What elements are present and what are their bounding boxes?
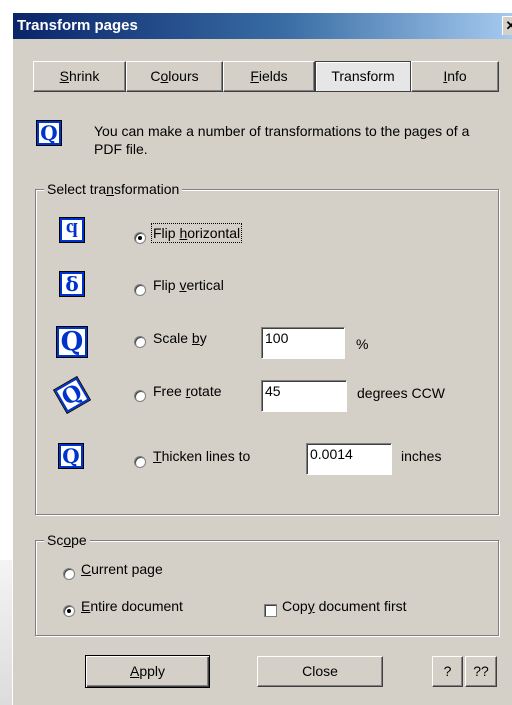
tab-fields[interactable]: Fields bbox=[223, 61, 315, 92]
rotate-icon: Q bbox=[52, 375, 92, 415]
flip-vertical-radio[interactable] bbox=[134, 284, 146, 296]
tab-transform-label: Transform bbox=[331, 68, 395, 84]
flip-horizontal-label[interactable]: Flip horizontal bbox=[150, 223, 243, 243]
intro-text: You can make a number of transformations… bbox=[94, 123, 470, 157]
tab-shrink[interactable]: Shrink bbox=[33, 61, 126, 92]
current-page-radio[interactable] bbox=[63, 568, 75, 580]
tab-info-label: nfo bbox=[447, 68, 467, 84]
scope-legend: Scope bbox=[44, 532, 90, 548]
select-transformation-group: Select transformation ϥ Flip horizontal … bbox=[35, 181, 499, 515]
rotate-unit: degrees CCW bbox=[357, 385, 445, 401]
tab-colours-label: lours bbox=[168, 68, 199, 84]
help-context-button[interactable]: ?? bbox=[465, 656, 497, 687]
tab-fields-label: ields bbox=[258, 68, 288, 84]
tab-info[interactable]: Info bbox=[411, 61, 499, 92]
free-rotate-radio[interactable] bbox=[134, 390, 146, 402]
flip-horizontal-icon: ϥ bbox=[59, 217, 85, 243]
tab-shrink-label: hrink bbox=[68, 68, 100, 84]
scale-input[interactable]: 100 bbox=[261, 327, 345, 359]
title-bar[interactable]: Transform pages ✕ bbox=[13, 13, 512, 39]
tab-fields-mnemonic: F bbox=[250, 68, 259, 84]
scale-by-label[interactable]: Scale by bbox=[153, 330, 207, 346]
close-button[interactable]: Close bbox=[257, 656, 383, 687]
tab-strip: Shrink Colours Fields Transform Info bbox=[33, 61, 499, 93]
current-page-label[interactable]: Current page bbox=[81, 561, 163, 577]
pdf-q-icon: Q bbox=[36, 120, 62, 146]
tab-colours[interactable]: Colours bbox=[126, 61, 223, 92]
select-transformation-legend: Select transformation bbox=[44, 181, 183, 197]
entire-document-label[interactable]: Entire document bbox=[81, 598, 183, 614]
thicken-lines-radio[interactable] bbox=[134, 456, 146, 468]
entire-document-radio[interactable] bbox=[63, 605, 75, 617]
help-button[interactable]: ? bbox=[432, 656, 463, 687]
scope-group: Scope Current page Entire document Copy … bbox=[35, 532, 499, 636]
close-window-icon[interactable]: ✕ bbox=[502, 16, 512, 35]
copy-document-first-checkbox[interactable] bbox=[264, 604, 277, 617]
window-title: Transform pages bbox=[17, 17, 138, 34]
flip-vertical-label[interactable]: Flip vertical bbox=[153, 277, 224, 293]
free-rotate-label[interactable]: Free rotate bbox=[153, 383, 222, 399]
tab-colours-pre: C bbox=[150, 68, 161, 84]
thicken-icon: Q bbox=[58, 443, 84, 469]
flip-horizontal-radio[interactable] bbox=[134, 232, 146, 244]
scale-icon: Q bbox=[56, 326, 88, 358]
thicken-lines-label[interactable]: Thicken lines to bbox=[153, 448, 250, 464]
scale-by-radio[interactable] bbox=[134, 336, 146, 348]
thicken-input[interactable]: 0.0014 bbox=[306, 443, 392, 475]
scale-unit: % bbox=[356, 336, 369, 352]
apply-button[interactable]: Apply bbox=[85, 655, 210, 688]
copy-document-first-label[interactable]: Copy document first bbox=[282, 598, 407, 614]
thicken-unit: inches bbox=[401, 448, 442, 464]
tab-transform[interactable]: Transform bbox=[315, 61, 411, 92]
transform-pages-dialog: Transform pages ✕ Shrink Colours Fields … bbox=[12, 12, 512, 705]
flip-vertical-icon: δ bbox=[59, 271, 85, 297]
rotate-input[interactable]: 45 bbox=[261, 380, 347, 412]
tab-shrink-mnemonic: S bbox=[59, 68, 69, 84]
